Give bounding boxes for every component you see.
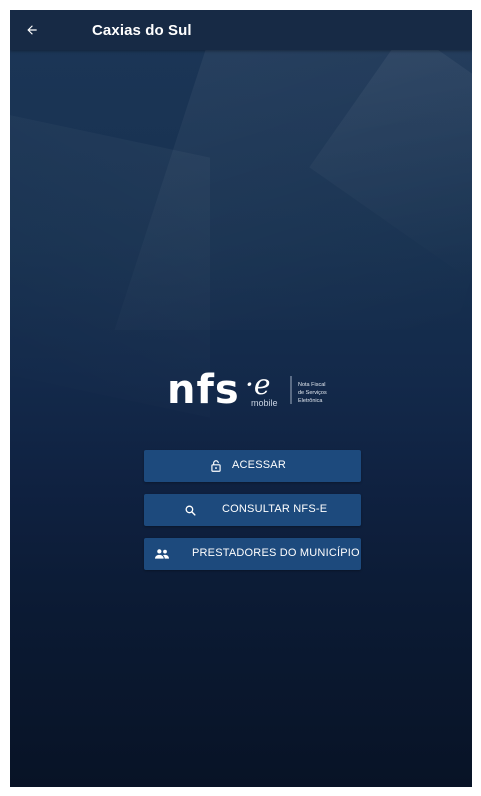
- nfse-mobile-logo: nfs ·e mobile Nota Fiscal de Serviços El…: [167, 367, 327, 412]
- logo-subtitle: mobile: [251, 398, 278, 408]
- people-icon: [154, 546, 170, 562]
- app-bar: Caxias do Sul: [10, 10, 472, 50]
- logo-tagline-3: Eletrônica: [298, 398, 323, 404]
- acessar-button[interactable]: ACESSAR: [144, 450, 361, 482]
- acessar-label: ACESSAR: [232, 459, 286, 471]
- prestadores-button[interactable]: PRESTADORES DO MUNICÍPIO: [144, 538, 361, 570]
- search-icon: [182, 502, 198, 518]
- page-title: Caxias do Sul: [92, 21, 192, 39]
- app-screen: Caxias do Sul nfs ·e mobile Nota Fiscal …: [10, 10, 472, 787]
- arrow-left-icon: [27, 25, 37, 35]
- consultar-nfse-button[interactable]: CONSULTAR NFS-E: [144, 494, 361, 526]
- logo-tagline-2: de Serviços: [298, 390, 327, 396]
- back-button[interactable]: [12, 10, 52, 50]
- lock-icon: [208, 458, 224, 474]
- logo-e-mark: ·e: [245, 368, 270, 401]
- logo-tagline-1: Nota Fiscal: [298, 382, 326, 388]
- logo-wordmark: nfs: [167, 367, 240, 412]
- consultar-nfse-label: CONSULTAR NFS-E: [222, 503, 328, 515]
- prestadores-label: PRESTADORES DO MUNICÍPIO: [192, 547, 360, 559]
